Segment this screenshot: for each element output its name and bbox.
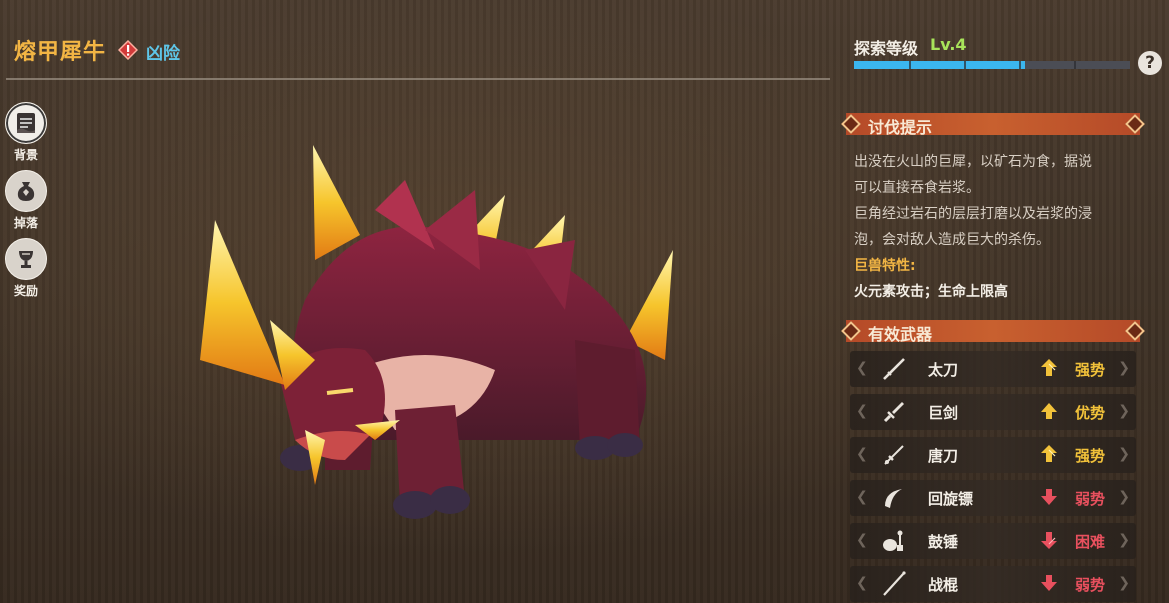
weapon-row[interactable]: ❮ 鼓锤 困难 ❯ [850, 523, 1136, 559]
weapon-effectiveness: 强势 [1075, 447, 1106, 465]
weapon-effectiveness: 弱势 [1075, 490, 1106, 508]
drum-hammer-icon [880, 527, 908, 555]
nav-rewards-label: 奖励 [13, 284, 38, 298]
magma-rhino-illustration [195, 140, 685, 530]
chevron-right-icon: ❯ [1118, 575, 1130, 591]
nav-drops-button[interactable]: 掉落 [5, 170, 47, 231]
traits-label: 巨兽特性: [854, 258, 916, 274]
greatsword-icon [880, 398, 908, 426]
chevron-left-icon: ❮ [856, 403, 868, 419]
weapon-name: 鼓锤 [928, 533, 959, 551]
weapon-name: 太刀 [928, 361, 959, 379]
hunting-tip-line: 出没在火山的巨犀，以矿石为食，据说 [854, 154, 1092, 170]
monster-name: 熔甲犀牛 [14, 40, 107, 65]
boomerang-icon [880, 484, 908, 512]
danger-warning-icon [117, 39, 139, 61]
weapon-name: 巨剑 [928, 404, 959, 422]
effective-weapons-title: 有效武器 [868, 325, 933, 344]
chevron-left-icon: ❮ [856, 489, 868, 505]
weapon-row[interactable]: ❮ 回旋镖 弱势 ❯ [850, 480, 1136, 516]
weapon-effectiveness: 弱势 [1075, 576, 1106, 594]
hunting-tip-line: 泡，会对敌人造成巨大的杀伤。 [854, 232, 1050, 248]
arrow-down-icon [1040, 531, 1058, 549]
weapon-row[interactable]: ❮ 巨剑 优势 ❯ [850, 394, 1136, 430]
nav-rewards-button[interactable]: 奖励 [5, 238, 47, 299]
arrow-up-icon [1040, 359, 1058, 377]
tang-sword-icon [880, 441, 908, 469]
danger-level-label: 凶险 [146, 44, 180, 64]
chevron-right-icon: ❯ [1118, 532, 1130, 548]
scroll-icon [5, 102, 47, 144]
arrow-down-icon [1040, 574, 1058, 592]
chevron-left-icon: ❮ [856, 575, 868, 591]
hunting-tips-title: 讨伐提示 [868, 118, 933, 137]
explore-progress-fill [854, 61, 1026, 69]
explore-level-label: 探索等级 [854, 39, 919, 58]
weapon-name: 回旋镖 [928, 490, 974, 508]
weapon-effectiveness: 困难 [1075, 533, 1106, 551]
explore-progress-bar [854, 61, 1130, 69]
effective-weapons-header: 有效武器 [841, 320, 1145, 344]
arrow-down-icon [1040, 488, 1058, 506]
weapon-effectiveness: 优势 [1075, 404, 1106, 422]
traits-text: 火元素攻击；生命上限高 [854, 284, 1008, 300]
nav-drops-label: 掉落 [13, 216, 38, 230]
chevron-right-icon: ❯ [1118, 446, 1130, 462]
weapon-effectiveness: 强势 [1075, 361, 1106, 379]
help-icon[interactable]: ? [1138, 51, 1162, 75]
arrow-up-icon [1040, 445, 1058, 463]
chevron-right-icon: ❯ [1118, 403, 1130, 419]
trophy-icon [5, 238, 47, 280]
arrow-up-icon [1040, 402, 1058, 420]
war-staff-icon [880, 570, 908, 598]
hunting-tip-line: 可以直接吞食岩浆。 [854, 180, 980, 196]
nav-background-button[interactable]: 背景 [5, 102, 47, 163]
chevron-left-icon: ❮ [856, 360, 868, 376]
weapon-name: 唐刀 [928, 447, 959, 465]
nav-background-label: 背景 [13, 148, 38, 162]
hunting-tips-header: 讨伐提示 [841, 113, 1145, 137]
explore-level-value: Lv.4 [930, 35, 967, 54]
chevron-right-icon: ❯ [1118, 489, 1130, 505]
loot-bag-icon [5, 170, 47, 212]
hunting-tip-line: 巨角经过岩石的层层打磨以及岩浆的浸 [854, 206, 1092, 222]
chevron-left-icon: ❮ [856, 532, 868, 548]
weapon-row[interactable]: ❮ 太刀 强势 ❯ [850, 351, 1136, 387]
header-divider [6, 78, 830, 80]
chevron-right-icon: ❯ [1118, 360, 1130, 376]
weapon-row[interactable]: ❮ 唐刀 强势 ❯ [850, 437, 1136, 473]
weapon-row[interactable]: ❮ 战棍 弱势 ❯ [850, 566, 1136, 602]
katana-icon [880, 355, 908, 383]
weapon-name: 战棍 [928, 576, 959, 594]
chevron-left-icon: ❮ [856, 446, 868, 462]
